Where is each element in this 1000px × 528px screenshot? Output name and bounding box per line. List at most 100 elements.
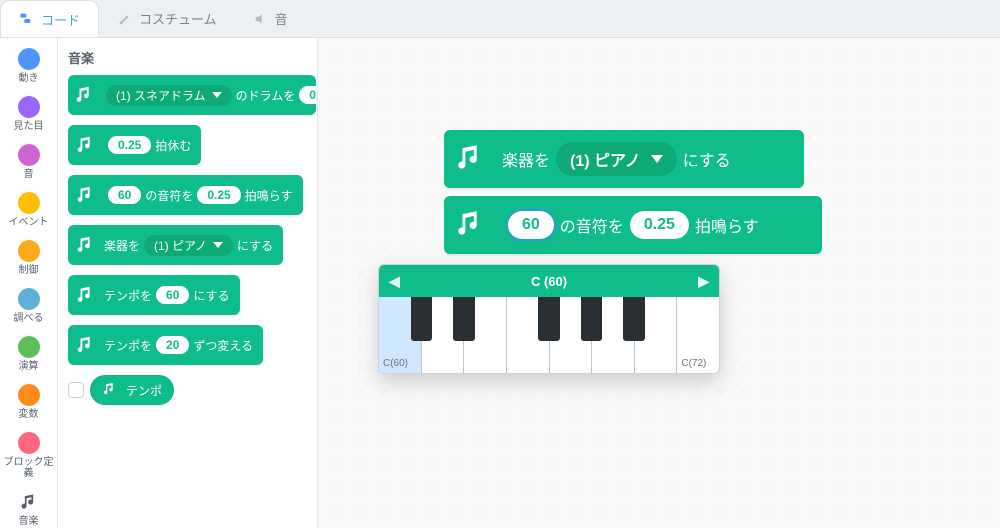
block-set-instrument[interactable]: 楽器を (1) ピアノ にする [68,225,283,265]
block-text: 拍鳴らす [695,213,759,237]
brush-icon [117,11,133,27]
block-text: にする [193,287,229,304]
speaker-icon [253,11,269,27]
block-rest[interactable]: 0.25 拍休む [68,125,201,165]
cat-music[interactable]: 音楽 [0,491,57,527]
cat-control[interactable]: 制御 [0,240,57,276]
cat-operators[interactable]: 演算 [0,336,57,372]
workspace[interactable]: 楽器を (1) ピアノ にする 60 の音符を 0.25 拍鳴らす ◀ C (6… [318,38,1000,528]
category-rail: 動き 見た目 音 イベント 制御 調べる 演算 変数 ブロック定義 音楽 [0,38,58,528]
beats-input[interactable]: 0.25 [630,211,689,239]
block-text: のドラムを [236,87,296,104]
beats-input[interactable]: 0.25 [197,186,240,204]
instrument-dropdown[interactable]: (1) ピアノ [144,235,233,256]
tab-costumes-label: コスチューム [139,9,217,28]
music-notes-icon [74,183,98,207]
block-palette: 音楽 (1) スネアドラム のドラムを 0.25 0.25 拍休む 60 の音符… [58,38,318,528]
dot-variables [18,384,40,406]
piano-key-as[interactable] [623,297,644,341]
cat-sound-label: 音 [24,169,34,180]
chevron-down-icon [212,92,222,98]
music-notes-icon [74,233,98,257]
tempo-input[interactable]: 60 [156,286,189,304]
reporter-label: テンポ [126,382,162,399]
tab-code[interactable]: コード [0,0,99,37]
block-text: テンポを [104,287,152,304]
block-text: 楽器を [502,147,550,171]
tab-sounds[interactable]: 音 [235,0,306,37]
music-notes-icon [74,333,98,357]
piano-prev-octave[interactable]: ◀ [389,273,400,290]
tab-code-label: コード [41,10,80,29]
dot-events [18,192,40,214]
drum-dropdown-label: (1) スネアドラム [116,87,206,104]
note-input[interactable]: 60 [108,186,141,204]
cat-control-label: 制御 [19,265,39,276]
block-text: の音符を [145,187,193,204]
cat-variables-label: 変数 [19,409,39,420]
tempo-delta-input[interactable]: 20 [156,336,189,354]
piano-key-cs[interactable] [411,297,432,341]
dot-sound [18,144,40,166]
dot-operators [18,336,40,358]
cat-sensing-label: 調べる [14,313,44,324]
cat-sound[interactable]: 音 [0,144,57,180]
block-text: ずつ変える [193,337,253,354]
block-text: の音符を [560,213,624,237]
dot-sensing [18,288,40,310]
cat-events[interactable]: イベント [0,192,57,228]
block-text: にする [237,237,273,254]
piano-key-ds[interactable] [453,297,474,341]
block-text: にする [683,147,731,171]
tab-sounds-label: 音 [275,9,288,28]
ws-block-play-note[interactable]: 60 の音符を 0.25 拍鳴らす [444,196,822,254]
dot-myblocks [18,432,40,454]
music-notes-icon [454,141,490,177]
chevron-down-icon [213,242,223,248]
piano-header: ◀ C (60) ▶ [379,265,719,297]
music-notes-icon [74,133,98,157]
chevron-down-icon [651,155,663,163]
ws-block-set-instrument[interactable]: 楽器を (1) ピアノ にする [444,130,804,188]
cat-motion[interactable]: 動き [0,48,57,84]
cat-looks-label: 見た目 [14,121,44,132]
cat-myblocks[interactable]: ブロック定義 [0,432,57,479]
music-notes-icon [74,83,96,107]
cat-sensing[interactable]: 調べる [0,288,57,324]
cat-myblocks-label: ブロック定義 [0,457,57,479]
cat-music-label: 音楽 [19,516,39,527]
instrument-dropdown[interactable]: (1) ピアノ [556,142,677,176]
beats-input[interactable]: 0.25 [108,136,151,154]
piano-key-c72[interactable]: C(72) [676,297,719,373]
dot-looks [18,96,40,118]
music-notes-icon [454,207,490,243]
cat-looks[interactable]: 見た目 [0,96,57,132]
music-notes-icon [74,283,98,307]
tab-costumes[interactable]: コスチューム [99,0,235,37]
note-input[interactable]: 60 [508,211,554,239]
cat-variables[interactable]: 変数 [0,384,57,420]
editor-tabs: コード コスチューム 音 [0,0,1000,38]
beats-input[interactable]: 0.25 [299,86,318,104]
music-ext-icon [18,491,40,513]
drum-dropdown[interactable]: (1) スネアドラム [106,85,232,106]
block-set-tempo[interactable]: テンポを 60 にする [68,275,240,315]
cat-events-label: イベント [9,217,49,228]
reporter-tempo[interactable]: テンポ [90,375,174,405]
music-notes-icon [102,381,120,399]
block-text: 楽器を [104,237,140,254]
piano-key-fs[interactable] [538,297,559,341]
dot-motion [18,48,40,70]
piano-next-octave[interactable]: ▶ [698,273,709,290]
block-text: 拍鳴らす [245,187,293,204]
piano-keyboard: C(60) C(72) [379,297,719,373]
block-change-tempo[interactable]: テンポを 20 ずつ変える [68,325,263,365]
instrument-dropdown-label: (1) ピアノ [570,147,641,171]
monitor-checkbox[interactable] [68,382,84,398]
block-text: 拍休む [155,137,191,154]
block-play-note[interactable]: 60 の音符を 0.25 拍鳴らす [68,175,303,215]
block-play-drum[interactable]: (1) スネアドラム のドラムを 0.25 [68,75,316,115]
piano-key-gs[interactable] [581,297,602,341]
block-text: テンポを [104,337,152,354]
palette-title: 音楽 [68,48,317,67]
